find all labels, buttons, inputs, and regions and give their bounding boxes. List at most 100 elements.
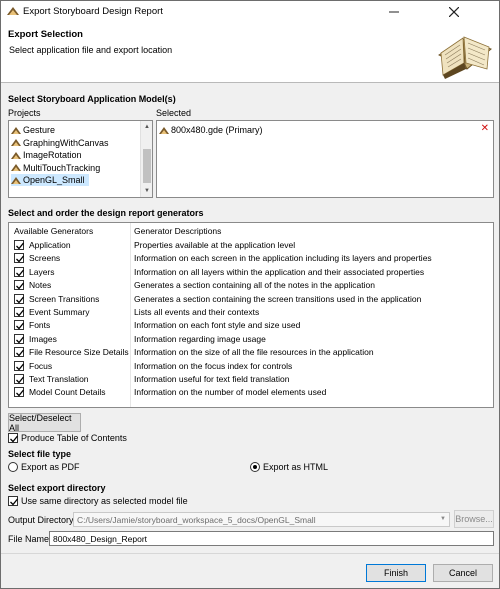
window-title: Export Storyboard Design Report bbox=[23, 6, 163, 17]
generator-name: Fonts bbox=[29, 320, 51, 331]
same-directory-checkbox[interactable] bbox=[8, 496, 19, 506]
generator-checkbox[interactable] bbox=[14, 333, 25, 344]
remove-icon[interactable]: ✕ bbox=[481, 123, 489, 134]
checkmark-icon bbox=[16, 322, 25, 330]
export-pdf-label: Export as PDF bbox=[21, 462, 80, 472]
scroll-thumb[interactable] bbox=[143, 149, 151, 183]
open-book-icon bbox=[438, 36, 492, 79]
generator-name: Notes bbox=[29, 280, 52, 291]
project-name: MultiTouchTracking bbox=[23, 162, 101, 173]
close-window-button[interactable] bbox=[439, 1, 469, 23]
generator-description: Generates a section containing all of th… bbox=[134, 280, 375, 291]
projects-label: Projects bbox=[8, 108, 41, 118]
export-html-radio[interactable] bbox=[250, 462, 260, 472]
generator-checkbox[interactable] bbox=[14, 240, 25, 250]
generator-name: Focus bbox=[29, 360, 53, 371]
cancel-button[interactable]: Cancel bbox=[433, 564, 493, 582]
checkmark-icon bbox=[16, 349, 25, 357]
projects-list[interactable]: ▲ ▼ Gesture GraphingWithCanvas ImageRotati… bbox=[8, 120, 153, 198]
checkmark-icon bbox=[16, 363, 25, 371]
export-pdf-radio[interactable] bbox=[8, 462, 18, 472]
checkmark-icon bbox=[16, 296, 25, 304]
scroll-up-arrow-icon[interactable]: ▲ bbox=[141, 121, 153, 133]
wizard-banner: Export Selection Select application file… bbox=[1, 23, 499, 83]
select-deselect-all-button[interactable]: Select/Deselect All bbox=[8, 413, 81, 433]
generator-checkbox[interactable] bbox=[14, 307, 25, 317]
generator-row[interactable]: File Resource Size Details Information on… bbox=[9, 346, 493, 359]
generator-checkbox[interactable] bbox=[14, 266, 25, 277]
generators-section-title: Select and order the design report gener… bbox=[8, 208, 204, 218]
project-list-item[interactable]: Gesture bbox=[11, 124, 59, 136]
table-of-contents-checkbox[interactable] bbox=[8, 433, 19, 443]
minimize-icon bbox=[389, 11, 399, 13]
generator-checkbox[interactable] bbox=[14, 320, 25, 331]
project-name: ImageRotation bbox=[23, 150, 82, 160]
export-html-label: Export as HTML bbox=[263, 462, 329, 472]
generator-checkbox[interactable] bbox=[14, 387, 25, 398]
minimize-button[interactable] bbox=[379, 1, 409, 23]
selected-models-list[interactable]: ✕ 800x480.gde (Primary) bbox=[156, 120, 494, 198]
generator-description: Information on all layers within the app… bbox=[134, 266, 425, 277]
project-name: Gesture bbox=[23, 125, 56, 135]
generator-name: Model Count Details bbox=[29, 387, 106, 398]
generator-description: Lists all events and their contexts bbox=[134, 307, 260, 317]
footer-divider bbox=[1, 553, 499, 554]
storyboard-model-icon bbox=[159, 126, 169, 134]
finish-button[interactable]: Finish bbox=[366, 564, 426, 582]
export-dialog: Export Storyboard Design Report Export S… bbox=[0, 0, 500, 589]
storyboard-project-icon bbox=[11, 176, 21, 184]
generator-row[interactable]: Fonts Information on each font style and … bbox=[9, 319, 493, 332]
generator-name: Screen Transitions bbox=[29, 293, 100, 304]
generators-table: Available Generators Generator Descripti… bbox=[8, 222, 494, 408]
checkmark-icon bbox=[16, 309, 25, 317]
generator-row[interactable]: Event Summary Lists all events and their … bbox=[9, 306, 493, 319]
generator-description: Generates a section containing the scree… bbox=[134, 293, 422, 304]
chevron-down-icon[interactable]: ▼ bbox=[440, 516, 446, 522]
generator-row[interactable]: Screen Transitions Generates a section co… bbox=[9, 293, 493, 306]
output-directory-combo[interactable]: C:/Users/Jamie/storyboard_workspace_5_do… bbox=[73, 512, 450, 527]
generator-row[interactable]: Focus Information on the focus index for … bbox=[9, 360, 493, 373]
generator-row[interactable]: Model Count Details Information on the nu… bbox=[9, 386, 493, 399]
browse-button[interactable]: Browse... bbox=[454, 510, 494, 528]
projects-scrollbar[interactable]: ▲ ▼ bbox=[140, 121, 152, 197]
generator-row[interactable]: Layers Information on all layers within t… bbox=[9, 266, 493, 279]
generator-row[interactable]: Notes Generates a section containing all … bbox=[9, 279, 493, 292]
generator-row[interactable]: Images Information regarding image usage bbox=[9, 333, 493, 346]
generator-row[interactable]: Text Translation Information useful for t… bbox=[9, 373, 493, 386]
close-icon bbox=[449, 7, 459, 17]
generator-row[interactable]: Screens Information on each screen in the… bbox=[9, 252, 493, 265]
radio-selected-dot bbox=[253, 465, 257, 469]
generator-name: File Resource Size Details bbox=[29, 347, 129, 358]
generator-description: Information on each screen in the applic… bbox=[134, 253, 432, 264]
available-generators-header: Available Generators bbox=[14, 226, 94, 236]
scroll-down-arrow-icon[interactable]: ▼ bbox=[141, 185, 153, 197]
checkmark-icon bbox=[16, 242, 25, 250]
generator-name: Text Translation bbox=[29, 374, 89, 384]
storyboard-project-icon bbox=[11, 139, 21, 146]
checkmark-icon bbox=[16, 336, 25, 344]
storyboard-project-icon bbox=[11, 151, 21, 159]
selected-model-item[interactable]: 800x480.gde (Primary) bbox=[159, 124, 267, 136]
checkmark-icon bbox=[16, 269, 25, 277]
generator-checkbox[interactable] bbox=[14, 293, 25, 304]
model-section-title: Select Storyboard Application Model(s) bbox=[8, 94, 176, 104]
generator-checkbox[interactable] bbox=[14, 347, 25, 358]
project-list-item[interactable]: GraphingWithCanvas bbox=[11, 137, 113, 149]
project-list-item[interactable]: ImageRotation bbox=[11, 149, 86, 161]
generator-checkbox[interactable] bbox=[14, 374, 25, 384]
generator-description: Properties available at the application … bbox=[134, 240, 296, 250]
project-list-item[interactable]: MultiTouchTracking bbox=[11, 162, 104, 174]
file-name-input[interactable]: 800x480_Design_Report bbox=[49, 531, 494, 546]
generator-name: Images bbox=[29, 333, 57, 344]
generator-row[interactable]: Application Properties available at the a… bbox=[9, 239, 493, 252]
generator-name: Application bbox=[29, 240, 71, 250]
generator-checkbox[interactable] bbox=[14, 280, 25, 291]
generator-description: Information regarding image usage bbox=[134, 333, 266, 344]
generator-name: Screens bbox=[29, 253, 61, 264]
project-list-item[interactable]: OpenGL_Small bbox=[11, 174, 89, 186]
export-dir-section-title: Select export directory bbox=[8, 483, 106, 493]
generator-checkbox[interactable] bbox=[14, 360, 25, 371]
generator-checkbox[interactable] bbox=[14, 253, 25, 264]
project-name: GraphingWithCanvas bbox=[23, 137, 109, 148]
banner-title: Export Selection bbox=[8, 29, 83, 40]
